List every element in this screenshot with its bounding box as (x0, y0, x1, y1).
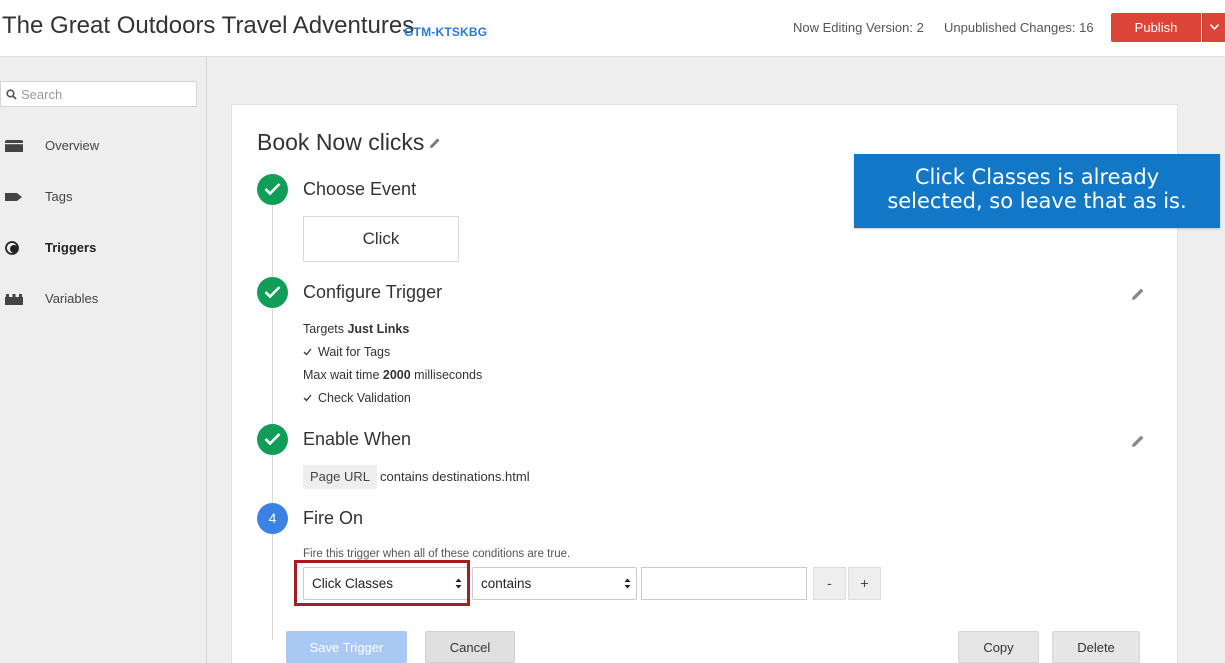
targets-line: Targets Just Links (303, 322, 409, 336)
search-input[interactable] (21, 84, 191, 104)
check-validation-text: Check Validation (318, 391, 411, 405)
sidebar-item-overview[interactable]: Overview (0, 128, 207, 164)
save-trigger-button[interactable]: Save Trigger (286, 631, 407, 663)
checkmark-icon (264, 183, 281, 196)
search-box[interactable] (0, 81, 197, 107)
step-title-configure-trigger: Configure Trigger (303, 282, 443, 302)
trigger-icon (5, 241, 19, 255)
tag-icon (5, 193, 22, 201)
max-wait-value: 2000 (382, 368, 411, 382)
max-wait-suffix: milliseconds (410, 368, 483, 382)
chevron-down-icon (1210, 24, 1219, 30)
account-title: The Great Outdoors Travel Adventures (2, 12, 415, 39)
unpublished-changes-text[interactable]: Unpublished Changes: 16 (944, 20, 1094, 35)
max-wait-line: Max wait time 2000 milliseconds (303, 368, 482, 382)
sidebar-item-tags[interactable]: Tags (0, 179, 207, 215)
publish-button[interactable]: Publish (1111, 13, 1201, 42)
select-arrows-icon (624, 578, 631, 589)
step-title-enable-when: Enable When (303, 429, 412, 449)
checkmark-icon (264, 286, 281, 299)
max-wait-prefix: Max wait time (303, 368, 383, 382)
sidebar-item-triggers[interactable]: Triggers (0, 230, 207, 266)
highlight-box (294, 560, 470, 606)
delete-button[interactable]: Delete (1052, 631, 1140, 663)
pencil-icon[interactable] (1131, 434, 1145, 448)
condition-operator-select[interactable]: contains (472, 567, 637, 600)
sidebar-item-label: Triggers (45, 240, 97, 255)
enable-variable-chip: Page URL (303, 465, 377, 489)
folder-icon (5, 140, 23, 152)
wait-for-tags-line: Wait for Tags (303, 345, 390, 359)
sidebar-item-label: Variables (45, 291, 99, 306)
condition-operator-value: contains (481, 576, 532, 591)
trigger-name[interactable]: Book Now clicks (257, 129, 424, 156)
targets-prefix: Targets (303, 322, 348, 336)
sidebar-item-label: Tags (45, 189, 73, 204)
callout-line-2: selected, so leave that as is. (887, 189, 1187, 213)
app-header: The Great Outdoors Travel Adventures GTM… (0, 0, 1225, 57)
copy-button[interactable]: Copy (958, 631, 1039, 663)
check-validation-line: Check Validation (303, 391, 411, 405)
checkmark-icon (303, 391, 312, 405)
targets-value: Just Links (347, 322, 410, 336)
fire-on-description: Fire this trigger when all of these cond… (303, 548, 571, 560)
checkmark-icon (264, 433, 281, 446)
sidebar: Overview Tags Triggers Variables (0, 57, 207, 663)
sidebar-item-variables[interactable]: Variables (0, 281, 207, 317)
checkmark-icon (303, 345, 312, 359)
cancel-button[interactable]: Cancel (425, 631, 515, 663)
wait-for-tags-text: Wait for Tags (318, 345, 391, 359)
step-complete-badge (257, 174, 288, 205)
condition-value-input[interactable] (641, 567, 807, 600)
editing-version-text: Now Editing Version: 2 (793, 20, 924, 35)
search-icon (6, 89, 17, 100)
event-type-box[interactable]: Click (303, 216, 459, 262)
step-complete-badge (257, 424, 288, 455)
blocks-icon (5, 294, 23, 305)
pencil-icon[interactable] (1131, 287, 1145, 301)
step-title-choose-event: Choose Event (303, 179, 417, 199)
add-condition-button[interactable]: + (848, 567, 881, 600)
container-id-link[interactable]: GTM-KTSKBG (404, 25, 487, 39)
callout-line-1: Click Classes is already (914, 165, 1160, 189)
step-number-badge: 4 (257, 503, 288, 534)
publish-menu-button[interactable] (1202, 13, 1225, 42)
steps-timeline (272, 190, 273, 640)
step-title-fire-on: Fire On (303, 508, 364, 528)
sidebar-item-label: Overview (45, 138, 100, 153)
pencil-icon[interactable] (429, 137, 441, 149)
step-complete-badge (257, 277, 288, 308)
tutorial-callout: Click Classes is already selected, so le… (854, 154, 1220, 228)
remove-condition-button[interactable]: - (813, 567, 846, 600)
enable-condition-text: contains destinations.html (380, 469, 530, 484)
